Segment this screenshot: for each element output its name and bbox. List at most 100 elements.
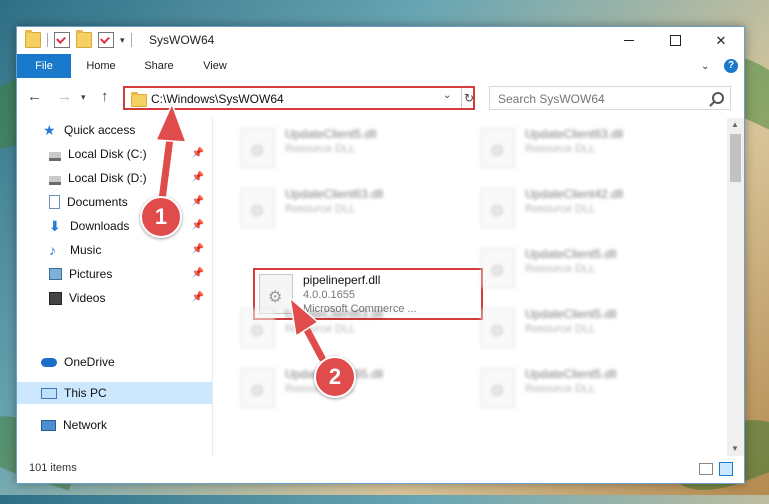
callout-badge-2: 2: [314, 356, 356, 398]
file-name: UpdateClient42.dll: [525, 187, 624, 201]
minimize-icon: [624, 40, 634, 41]
file-tile[interactable]: UpdateClient63.dll Resource DLL: [235, 302, 465, 354]
file-name: UpdateClient63.dll: [525, 127, 624, 141]
recent-locations-icon[interactable]: ▾: [81, 92, 86, 103]
expand-ribbon-icon[interactable]: ⌄: [701, 61, 709, 72]
sidebar-item-quick-access[interactable]: ★ Quick access: [17, 119, 212, 141]
search-box[interactable]: [489, 86, 731, 110]
file-name: UpdateClient5.dll: [525, 307, 617, 321]
file-tile[interactable]: UpdateClient5.dll Resource DLL: [475, 302, 705, 354]
vertical-scrollbar[interactable]: ▲ ▼: [727, 118, 744, 456]
sidebar-item-label: Network: [63, 418, 108, 432]
sidebar-item-label: Documents: [67, 195, 128, 209]
file-description: Resource DLL: [285, 143, 356, 155]
file-tile[interactable]: UpdateClient5.dll Resource DLL: [475, 242, 705, 294]
status-bar: 101 items: [17, 456, 744, 483]
pin-icon[interactable]: 📌: [192, 172, 204, 183]
star-icon: ★: [43, 122, 56, 138]
up-button[interactable]: ↑: [101, 88, 109, 105]
navigation-pane: ★ Quick access Local Disk (C:) 📌 Local D…: [17, 118, 212, 456]
customize-toolbar-caret-icon[interactable]: ▾: [120, 35, 125, 46]
file-tile[interactable]: UpdateClient42.dll Resource DLL: [475, 182, 705, 234]
explorer-window: ▾ SysWOW64 ✕ File Home Share View ⌄ ? ← …: [16, 26, 745, 484]
file-name: UpdateClient5.dll: [525, 247, 617, 261]
dll-file-icon: [481, 368, 515, 408]
file-name: pipelineperf.dll: [303, 273, 381, 287]
dll-file-icon: [241, 308, 275, 348]
address-path[interactable]: C:\Windows\SysWOW64: [151, 92, 284, 106]
window-title: SysWOW64: [149, 33, 215, 47]
scroll-up-icon[interactable]: ▲: [731, 120, 739, 129]
pin-icon[interactable]: 📌: [192, 196, 204, 207]
dll-file-icon: [241, 128, 275, 168]
sidebar-item-downloads[interactable]: ⬇ Downloads 📌: [17, 215, 212, 237]
forward-button[interactable]: →: [57, 88, 72, 105]
dll-file-icon: [241, 368, 275, 408]
file-description: Resource DLL: [525, 143, 596, 155]
sidebar-item-label: Pictures: [69, 267, 113, 281]
item-count: 101 items: [29, 462, 77, 474]
dll-file-icon: [481, 308, 515, 348]
address-bar[interactable]: C:\Windows\SysWOW64 ⌄ ↻: [123, 86, 475, 110]
file-description: Resource DLL: [525, 263, 596, 275]
sidebar-item-label: Quick access: [64, 123, 136, 137]
view-options-icon[interactable]: [98, 32, 114, 48]
sidebar-item-documents[interactable]: Documents 📌: [17, 191, 212, 213]
pin-icon[interactable]: 📌: [192, 268, 204, 279]
file-tile[interactable]: UpdateClient63.dll Resource DLL: [235, 182, 465, 234]
folder-icon: [25, 30, 41, 48]
tab-home[interactable]: Home: [79, 54, 123, 78]
sidebar-item-network[interactable]: Network: [17, 414, 212, 436]
file-tile[interactable]: UpdateClient63.dll Resource DLL: [475, 122, 705, 174]
pin-icon[interactable]: 📌: [192, 220, 204, 231]
sidebar-item-music[interactable]: ♪ Music 📌: [17, 239, 212, 261]
pin-icon[interactable]: 📌: [192, 148, 204, 159]
close-button[interactable]: ✕: [698, 27, 744, 54]
file-tile[interactable]: UpdateClient5.dll Resource DLL: [475, 362, 705, 414]
videos-icon: [49, 291, 62, 305]
sidebar-item-local-disk-c[interactable]: Local Disk (C:) 📌: [17, 143, 212, 165]
sidebar-item-local-disk-d[interactable]: Local Disk (D:) 📌: [17, 167, 212, 189]
sidebar-item-pictures[interactable]: Pictures 📌: [17, 263, 212, 285]
tab-file[interactable]: File: [17, 54, 71, 78]
drive-icon: [49, 151, 61, 161]
file-description: Resource DLL: [285, 203, 356, 215]
large-icons-view-icon[interactable]: [719, 462, 733, 476]
file-list: UpdateClient5.dll Resource DLL UpdateCli…: [213, 118, 727, 456]
onedrive-icon: [41, 357, 57, 367]
sidebar-item-onedrive[interactable]: OneDrive: [17, 351, 212, 373]
pin-icon[interactable]: 📌: [192, 244, 204, 255]
details-view-icon[interactable]: [699, 463, 713, 475]
scroll-thumb[interactable]: [730, 134, 741, 182]
search-input[interactable]: [496, 90, 700, 108]
this-pc-icon: [41, 387, 57, 399]
dll-file-icon: [241, 188, 275, 228]
pin-icon[interactable]: 📌: [192, 292, 204, 303]
sidebar-item-videos[interactable]: Videos 📌: [17, 287, 212, 309]
folder-icon: [131, 92, 147, 107]
downloads-icon: ⬇: [49, 218, 61, 234]
file-version: 4.0.0.1655: [303, 289, 355, 301]
pictures-icon: [49, 268, 62, 280]
file-tile[interactable]: UpdateClient5.dll Resource DLL: [235, 122, 465, 174]
back-button[interactable]: ←: [27, 88, 42, 105]
scroll-down-icon[interactable]: ▼: [731, 444, 739, 453]
search-icon[interactable]: [712, 92, 724, 104]
sidebar-item-this-pc[interactable]: This PC: [17, 382, 212, 404]
address-history-chevron-down-icon[interactable]: ⌄: [443, 90, 451, 101]
dll-file-icon: [481, 128, 515, 168]
tab-view[interactable]: View: [195, 54, 235, 78]
file-description: Resource DLL: [525, 383, 596, 395]
refresh-icon[interactable]: ↻: [461, 88, 476, 108]
sidebar-item-label: OneDrive: [64, 355, 115, 369]
tab-share[interactable]: Share: [137, 54, 181, 78]
documents-icon: [49, 195, 60, 209]
maximize-button[interactable]: [652, 27, 698, 54]
properties-icon[interactable]: [54, 32, 70, 48]
help-icon[interactable]: ?: [724, 59, 738, 73]
new-folder-icon[interactable]: [76, 30, 92, 48]
minimize-button[interactable]: [606, 27, 652, 54]
file-name: UpdateClient63.dll: [285, 187, 384, 201]
quick-access-toolbar: ▾: [25, 30, 132, 48]
file-description: Resource DLL: [285, 323, 356, 335]
